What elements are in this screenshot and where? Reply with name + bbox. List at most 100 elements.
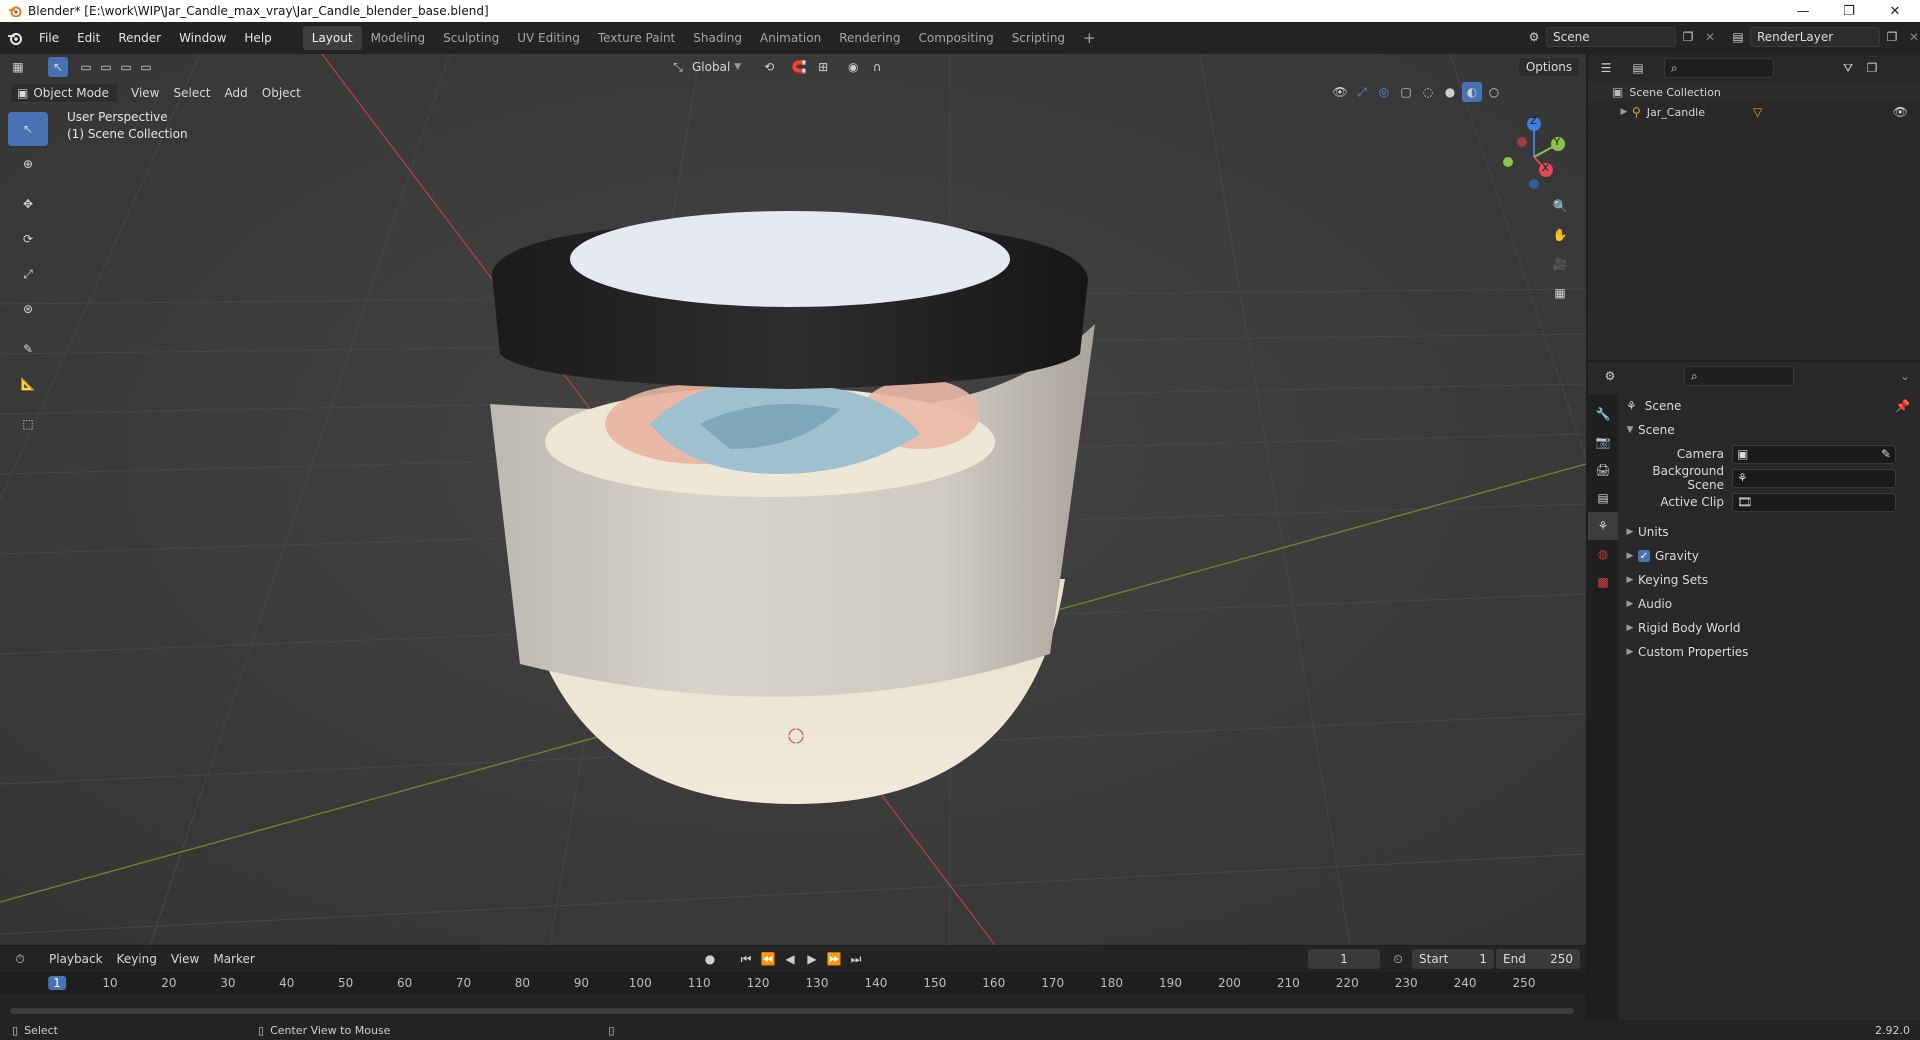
maximize-button[interactable]: ❐ <box>1826 0 1872 22</box>
play-icon[interactable]: ▶ <box>802 949 822 969</box>
material-shading-icon[interactable]: ◐ <box>1462 82 1482 102</box>
expand-arrow-icon[interactable]: ▶ <box>1616 107 1632 117</box>
scale-tool-icon[interactable]: ⤢ <box>8 257 48 291</box>
tab-texture-paint[interactable]: Texture Paint <box>589 26 684 50</box>
custom-properties-panel-header[interactable]: ▶ Custom Properties <box>1622 640 1916 664</box>
timeline-ruler[interactable]: 1 10 20 30 40 50 60 70 80 90 100 110 120 130 140 150 160… <box>0 972 1586 994</box>
outliner-editor-icon[interactable]: ☰ <box>1596 58 1616 78</box>
blender-menu-icon[interactable] <box>0 31 30 45</box>
view-layer-icon[interactable]: ▤ <box>1728 27 1748 47</box>
start-frame-field[interactable]: Start 1 <box>1412 949 1494 969</box>
close-button[interactable]: ✕ <box>1872 0 1918 22</box>
wireframe-shading-icon[interactable]: ◌ <box>1418 82 1438 102</box>
measure-tool-icon[interactable]: 📐 <box>8 367 48 401</box>
transform-tool-icon[interactable]: ⊛ <box>8 292 48 326</box>
properties-search-input[interactable]: ⌕ <box>1684 366 1794 386</box>
falloff-icon[interactable]: ∩ <box>867 57 887 77</box>
snap-icon[interactable]: 🧲 <box>789 57 809 77</box>
menu-file[interactable]: File <box>30 26 68 50</box>
tab-layout[interactable]: Layout <box>302 26 362 50</box>
menu-marker[interactable]: Marker <box>206 948 261 970</box>
mode-intersect-icon[interactable]: ▭ <box>136 57 156 77</box>
world-tab-icon[interactable]: ◍ <box>1588 540 1618 568</box>
end-frame-field[interactable]: End 250 <box>1496 949 1580 969</box>
prev-keyframe-icon[interactable]: ⏪ <box>758 949 778 969</box>
transform-orientation-dropdown[interactable]: Global <box>692 60 730 74</box>
timeline-scrollbar[interactable] <box>10 1008 1574 1014</box>
gravity-panel-header[interactable]: ▶ ✓ Gravity <box>1622 544 1916 568</box>
pin-icon[interactable]: 📌 <box>1895 399 1910 413</box>
cursor-tool-icon[interactable]: ⊕ <box>8 147 48 181</box>
solid-shading-icon[interactable]: ● <box>1440 82 1460 102</box>
pivot-icon[interactable]: ⟲ <box>759 57 779 77</box>
menu-help[interactable]: Help <box>235 26 280 50</box>
visibility-filter-icon[interactable]: 👁 <box>1330 82 1350 102</box>
editor-type-icon[interactable]: ▦ <box>8 57 28 77</box>
select-tool-icon[interactable]: ↖ <box>8 112 48 146</box>
menu-keying[interactable]: Keying <box>110 948 164 970</box>
options-dropdown[interactable]: Options <box>1518 57 1580 77</box>
jump-start-icon[interactable]: ⏮ <box>736 949 756 969</box>
navigation-gizmo[interactable]: Z Y X <box>1496 112 1566 192</box>
rendered-shading-icon[interactable]: ○ <box>1484 82 1504 102</box>
tab-compositing[interactable]: Compositing <box>909 26 1002 50</box>
zoom-icon[interactable]: 🔍 <box>1550 196 1570 216</box>
tool-tab-icon[interactable]: 🔧 <box>1588 400 1618 428</box>
auto-key-icon[interactable]: ● <box>700 949 720 969</box>
rotate-tool-icon[interactable]: ⟳ <box>8 222 48 256</box>
mode-subtract-icon[interactable]: ▭ <box>116 57 136 77</box>
ortho-grid-icon[interactable]: ▦ <box>1550 283 1570 303</box>
menu-view[interactable]: View <box>124 82 166 104</box>
delete-view-layer-icon[interactable]: ✕ <box>1904 27 1920 47</box>
menu-add[interactable]: Add <box>218 82 255 104</box>
3d-viewport[interactable]: ▦ ↖ ▭ ▭ ▭ ▭ ⤡ Global ▼ ⟲ 🧲 ⊞ ◉ ∩ Options… <box>0 54 1586 945</box>
mode-dropdown[interactable]: ▣ Object Mode <box>10 83 118 103</box>
menu-select[interactable]: Select <box>166 82 217 104</box>
play-reverse-icon[interactable]: ◀ <box>780 949 800 969</box>
move-tool-icon[interactable]: ✥ <box>8 187 48 221</box>
menu-render[interactable]: Render <box>109 26 170 50</box>
camera-view-icon[interactable]: 🎥 <box>1550 254 1570 274</box>
keying-sets-panel-header[interactable]: ▶ Keying Sets <box>1622 568 1916 592</box>
select-box-tool-icon[interactable]: ↖ <box>48 57 68 77</box>
filter-icon[interactable]: ⛛ <box>1838 58 1858 78</box>
menu-playback[interactable]: Playback <box>42 948 110 970</box>
menu-object[interactable]: Object <box>255 82 308 104</box>
tab-rendering[interactable]: Rendering <box>830 26 909 50</box>
render-tab-icon[interactable]: 📷 <box>1588 428 1618 456</box>
mode-extend-icon[interactable]: ▭ <box>96 57 116 77</box>
tab-sculpting[interactable]: Sculpting <box>434 26 508 50</box>
texture-tab-icon[interactable]: ▩ <box>1588 568 1618 596</box>
current-frame-field[interactable]: 1 <box>1308 949 1380 969</box>
delete-scene-icon[interactable]: ✕ <box>1700 27 1720 47</box>
menu-edit[interactable]: Edit <box>68 26 109 50</box>
units-panel-header[interactable]: ▶ Units <box>1622 520 1916 544</box>
add-workspace-button[interactable]: + <box>1074 26 1105 50</box>
mode-new-icon[interactable]: ▭ <box>76 57 96 77</box>
camera-field[interactable]: ▣ ✎ <box>1732 444 1896 464</box>
tab-animation[interactable]: Animation <box>751 26 830 50</box>
menu-timeline-view[interactable]: View <box>164 948 206 970</box>
viewport-canvas[interactable] <box>0 54 1586 945</box>
pan-hand-icon[interactable]: ✋ <box>1550 225 1570 245</box>
tab-uv-editing[interactable]: UV Editing <box>508 26 589 50</box>
audio-panel-header[interactable]: ▶ Audio <box>1622 592 1916 616</box>
rigid-body-world-panel-header[interactable]: ▶ Rigid Body World <box>1622 616 1916 640</box>
view-layer-tab-icon[interactable]: ▤ <box>1588 484 1618 512</box>
menu-window[interactable]: Window <box>170 26 235 50</box>
new-collection-icon[interactable]: ❐ <box>1862 58 1882 78</box>
view-layer-selector[interactable]: RenderLayer <box>1750 27 1880 47</box>
output-tab-icon[interactable]: 🖨 <box>1588 456 1618 484</box>
minimize-button[interactable]: — <box>1780 0 1826 22</box>
scene-panel-header[interactable]: ▼ Scene <box>1622 418 1916 442</box>
timeline-editor-icon[interactable]: ⏱ <box>10 949 30 969</box>
new-view-layer-icon[interactable]: ❐ <box>1882 27 1902 47</box>
annotate-tool-icon[interactable]: ✎ <box>8 332 48 366</box>
tab-scripting[interactable]: Scripting <box>1003 26 1074 50</box>
jump-end-icon[interactable]: ⏭ <box>846 949 866 969</box>
scene-icon[interactable]: ⚙ <box>1524 27 1544 47</box>
tab-modeling[interactable]: Modeling <box>362 26 435 50</box>
scene-tab-icon[interactable]: ⚘ <box>1588 512 1618 540</box>
next-keyframe-icon[interactable]: ⏩ <box>824 949 844 969</box>
visibility-eye-icon[interactable]: 👁 <box>1893 105 1908 119</box>
